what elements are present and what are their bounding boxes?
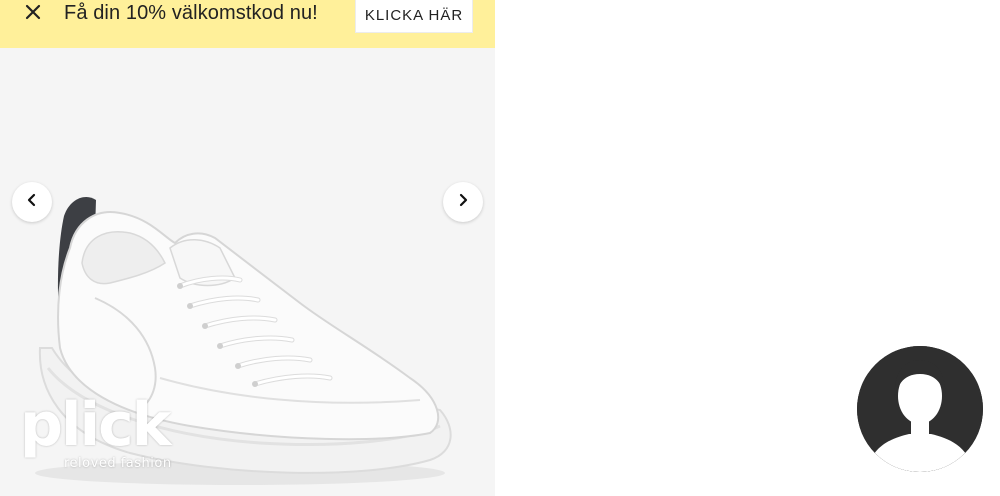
- logo-tagline: reloved fashion: [64, 456, 172, 471]
- promo-banner: Få din 10% välkomstkod nu! KLICKA HÄR: [0, 0, 495, 48]
- previous-image-button[interactable]: [12, 182, 52, 222]
- chevron-right-icon: [456, 193, 470, 212]
- chevron-left-icon: [25, 193, 39, 212]
- user-silhouette-icon: [857, 346, 983, 472]
- promo-cta-button[interactable]: KLICKA HÄR: [355, 0, 473, 33]
- logo-wordmark: plick: [20, 390, 172, 460]
- promo-text: Få din 10% välkomstkod nu!: [64, 2, 318, 24]
- product-panel: Få din 10% välkomstkod nu! KLICKA HÄR pl…: [0, 0, 495, 496]
- user-avatar-button[interactable]: [857, 346, 983, 472]
- close-banner-button[interactable]: [18, 0, 48, 28]
- close-icon: [24, 3, 42, 26]
- next-image-button[interactable]: [443, 182, 483, 222]
- plick-logo: plick reloved fashion: [20, 392, 195, 478]
